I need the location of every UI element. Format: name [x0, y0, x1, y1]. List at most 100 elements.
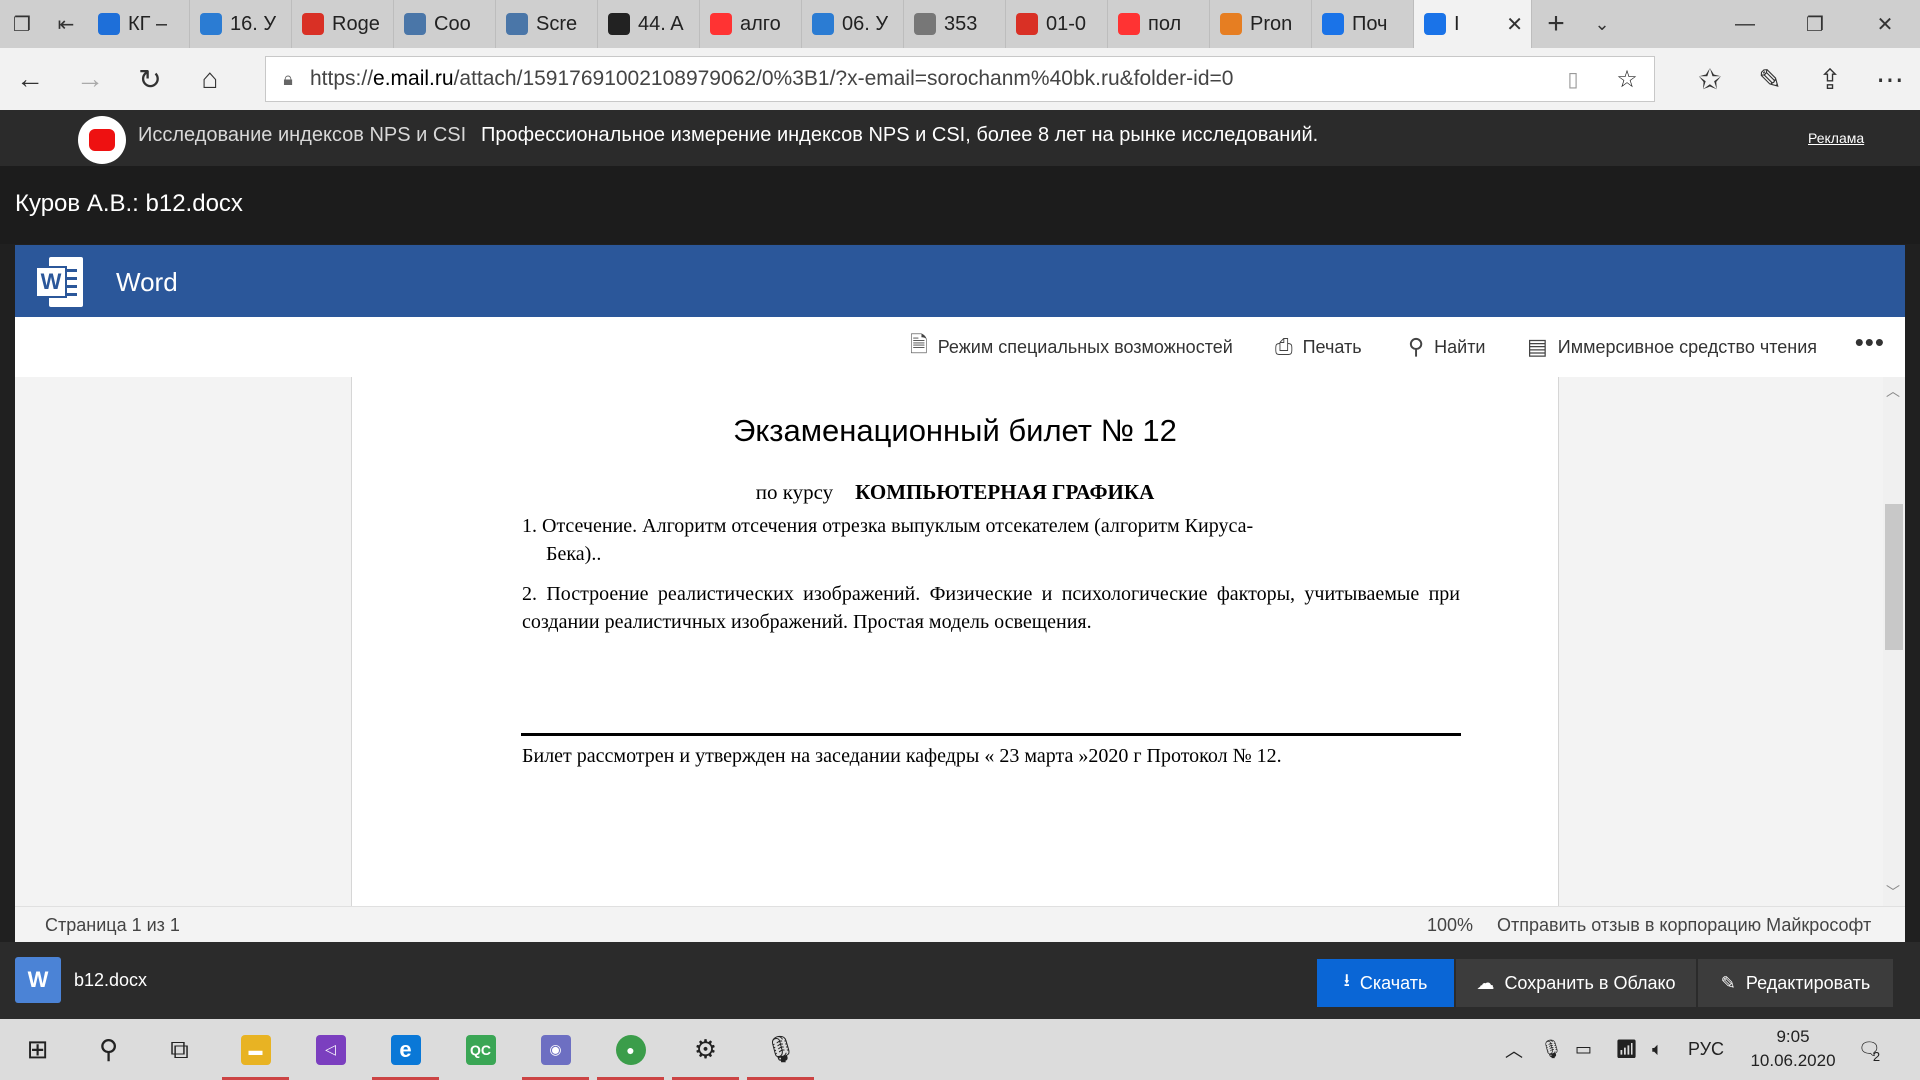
browser-tab[interactable]: пол — [1108, 0, 1210, 48]
print-button[interactable]: ⎙ Печать — [1275, 317, 1362, 377]
browser-tab[interactable]: Pron — [1210, 0, 1312, 48]
close-tab-icon[interactable]: ✕ — [1506, 12, 1523, 37]
home-button[interactable]: ⌂ — [180, 48, 240, 110]
cloud-upload-icon: ☁ — [1476, 972, 1495, 993]
favorite-star-icon[interactable]: ☆ — [1600, 65, 1654, 94]
forward-button[interactable]: → — [60, 48, 120, 110]
ad-banner[interactable]: Исследование индексов NPS и CSI Професси… — [0, 110, 1920, 166]
word-file-icon: W — [15, 957, 61, 1003]
ad-label[interactable]: Реклама — [1808, 130, 1864, 146]
url-text[interactable]: https://e.mail.ru/attach/159176910021089… — [310, 67, 1546, 91]
edit-icon: ✎ — [1720, 972, 1736, 993]
reading-view-icon[interactable]: ▯ — [1546, 67, 1600, 92]
taskbar-voice-recorder[interactable]: 🎙︎ — [743, 1019, 818, 1080]
immersive-reader-icon: ▤ — [1527, 334, 1548, 359]
restore-icon[interactable]: ❐ — [1780, 0, 1850, 48]
browser-tab[interactable]: 16. У — [190, 0, 292, 48]
refresh-button[interactable]: ↻ — [120, 48, 180, 110]
vk-icon — [404, 13, 426, 35]
search-button[interactable]: ⚲ — [71, 1019, 146, 1080]
save-to-cloud-button[interactable]: ☁ Сохранить в Облако — [1456, 959, 1696, 1007]
minimize-icon[interactable]: — — [1710, 0, 1780, 48]
tab-preview-chevron-icon[interactable]: ⌄ — [1580, 0, 1624, 48]
favorites-icon[interactable]: ✩ — [1680, 48, 1740, 110]
taskbar-edge[interactable]: e — [368, 1019, 443, 1080]
taskbar-settings[interactable]: ⚙ — [668, 1019, 743, 1080]
edge-icon: e — [390, 1034, 421, 1065]
feedback-link[interactable]: Отправить отзыв в корпорацию Майкрософт — [1497, 915, 1871, 936]
immersive-reader-button[interactable]: ▤ Иммерсивное средство чтения — [1527, 317, 1817, 377]
pen-icon[interactable]: ✎ — [1740, 48, 1800, 110]
taskbar-file-explorer[interactable]: ▬ — [218, 1019, 293, 1080]
wifi-icon[interactable]: 📶︎ — [1615, 1019, 1638, 1080]
taskbar-discord[interactable]: ◉ — [518, 1019, 593, 1080]
ad-logo-icon — [78, 116, 126, 164]
task-view-button[interactable]: ⧉ — [142, 1019, 217, 1080]
browser-tab[interactable]: 44. A — [598, 0, 700, 48]
document-canvas[interactable]: Экзаменационный билет № 12 по курсу КОМПЬ… — [15, 377, 1885, 906]
taskbar-chrome[interactable]: ● — [593, 1019, 668, 1080]
notification-count: 2 — [1872, 1049, 1881, 1064]
system-clock[interactable]: 9:05 10.06.2020 — [1738, 1025, 1848, 1073]
download-label: Скачать — [1359, 972, 1428, 993]
more-menu-icon[interactable]: ⋯ — [1860, 48, 1920, 110]
browser-tab[interactable]: 353 — [904, 0, 1006, 48]
start-button[interactable]: ⊞ — [0, 1019, 75, 1080]
address-field[interactable]: 🔒︎ https://e.mail.ru/attach/159176910021… — [265, 56, 1655, 102]
share-icon[interactable]: ⇪ — [1800, 48, 1860, 110]
microphone-tray-icon[interactable]: 🎙︎ — [1540, 1019, 1563, 1080]
edit-button[interactable]: ✎ Редактировать — [1698, 959, 1893, 1007]
browser-tab[interactable]: Scre — [496, 0, 598, 48]
printer-icon: ⎙ — [1275, 334, 1293, 359]
browser-tab[interactable]: I ✕ — [1414, 0, 1532, 48]
ad-title[interactable]: Исследование индексов NPS и CSI — [138, 124, 466, 147]
show-hidden-icons-chevron[interactable]: ︿ — [1505, 1019, 1523, 1080]
accessibility-label: Режим специальных возможностей — [937, 336, 1233, 357]
browser-tab[interactable]: Roge — [292, 0, 394, 48]
zoom-level[interactable]: 100% — [1427, 915, 1473, 936]
mail-icon — [1322, 13, 1344, 35]
battery-icon[interactable]: ▭ — [1575, 1019, 1592, 1080]
notification-center-button[interactable]: 🗨︎ 2 — [1858, 1019, 1881, 1080]
more-options-icon[interactable]: ••• — [1855, 327, 1885, 358]
browser-tab[interactable]: Поч — [1312, 0, 1414, 48]
browser-tab[interactable]: 01-0 — [1006, 0, 1108, 48]
attachment-actions-bar: W b12.docx ⭳ Скачать ☁ Сохранить в Облак… — [0, 942, 1920, 1019]
github-icon — [608, 13, 630, 35]
input-language[interactable]: РУС — [1688, 1019, 1724, 1080]
browser-tab[interactable]: Coo — [394, 0, 496, 48]
document-footer: Билет рассмотрен и утвержден на заседани… — [522, 745, 1282, 767]
accessibility-mode-button[interactable]: 🗎︎ Режим специальных возможностей — [910, 317, 1233, 377]
download-button[interactable]: ⭳ Скачать — [1317, 959, 1454, 1007]
tab-label: 44. A — [638, 12, 684, 35]
accessibility-document-icon: 🗎︎ — [910, 332, 928, 357]
document-divider — [521, 733, 1461, 736]
folder-icon: ▬ — [240, 1034, 271, 1065]
download-icon: ⭳ — [1343, 970, 1350, 990]
scroll-up-icon[interactable]: ︿ — [1886, 381, 1900, 401]
scroll-down-icon[interactable]: ﹀ — [1886, 882, 1900, 902]
windows-logo-icon: ⊞ — [26, 1034, 49, 1064]
find-button[interactable]: ⚲ Найти — [1408, 317, 1486, 377]
home-icon: ⌂ — [201, 63, 219, 94]
tabs-aside-icon[interactable]: ⇤ — [44, 0, 88, 48]
viewer-toolbar: 🗎︎ Режим специальных возможностей ⎙ Печа… — [15, 317, 1905, 377]
browser-tab[interactable]: КГ – — [88, 0, 190, 48]
ad-text[interactable]: Профессиональное измерение индексов NPS … — [481, 124, 1318, 147]
close-window-icon[interactable]: ✕ — [1850, 0, 1920, 48]
cg-icon — [1220, 13, 1242, 35]
new-tab-button[interactable]: + — [1532, 0, 1580, 48]
tab-actions-icon[interactable]: ❐ — [0, 0, 44, 48]
tab-label: Scre — [536, 12, 578, 35]
volume-icon[interactable]: 🔈︎ — [1652, 1019, 1663, 1080]
viewer-status-bar: Страница 1 из 1 100% Отправить отзыв в к… — [15, 906, 1905, 942]
question-1-line-1: Отсечение. Алгоритм отсечения отрезка вы… — [542, 515, 1254, 537]
back-button[interactable]: ← — [0, 48, 60, 110]
taskbar-visual-studio[interactable]: ◁ — [293, 1019, 368, 1080]
lock-icon: 🔒︎ — [283, 68, 293, 89]
browser-tab[interactable]: 06. У — [802, 0, 904, 48]
scrollbar-thumb[interactable] — [1885, 504, 1903, 650]
browser-tab[interactable]: алго — [700, 0, 802, 48]
taskbar-qt-creator[interactable]: QC — [443, 1019, 518, 1080]
vertical-scrollbar[interactable]: ︿ ﹀ — [1883, 377, 1905, 906]
